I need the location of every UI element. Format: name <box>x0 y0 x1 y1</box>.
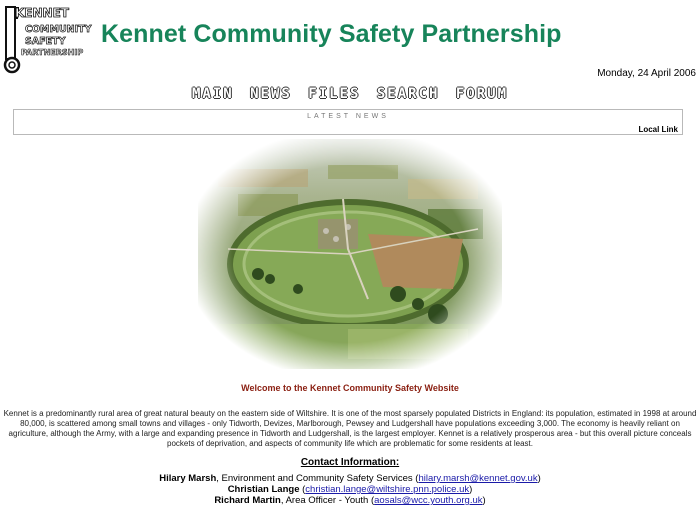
kennet-logo[interactable]: KENNET COMMUNITY SAFETY PARTNERSHIP <box>3 3 93 75</box>
contact-email-link[interactable]: aosals@wcc.youth.org.uk <box>374 495 482 506</box>
nav-forum[interactable]: FORUM <box>456 86 508 102</box>
logo-line-1: KENNET <box>15 6 70 20</box>
latest-news-box: LATEST NEWS Local Link <box>13 109 683 135</box>
logo-line-3: SAFETY <box>25 36 66 47</box>
contact-row: Richard Martin, Area Officer - Youth (ao… <box>0 495 700 506</box>
contact-list: Hilary Marsh, Environment and Community … <box>0 473 700 506</box>
contact-suffix: ) <box>537 473 541 484</box>
contact-name: Richard Martin <box>214 495 281 506</box>
contact-heading: Contact Information: <box>300 457 400 468</box>
aerial-photo-avebury <box>198 139 502 369</box>
contact-role: , Area Officer - Youth ( <box>280 495 375 506</box>
latest-news-heading: LATEST NEWS <box>307 113 389 120</box>
intro-paragraph: Kennet is a predominantly rural area of … <box>3 409 697 448</box>
contact-email-link[interactable]: christian.lange@wiltshire.pnn.police.uk <box>305 484 469 495</box>
contact-row: Hilary Marsh, Environment and Community … <box>0 473 700 484</box>
logo-line-4: PARTNERSHIP <box>21 48 83 57</box>
main-navigation: MAIN NEWS FILES SEARCH FORUM <box>0 86 700 102</box>
local-link[interactable]: Local Link <box>638 125 678 134</box>
header: KENNET COMMUNITY SAFETY PARTNERSHIP Kenn… <box>0 0 700 80</box>
logo-line-2: COMMUNITY <box>25 24 92 35</box>
contact-name: Hilary Marsh <box>159 473 217 484</box>
contact-suffix: ) <box>482 495 486 506</box>
contact-row: Christian Lange (christian.lange@wiltshi… <box>0 484 700 495</box>
welcome-heading: Welcome to the Kennet Community Safety W… <box>241 383 459 393</box>
nav-files[interactable]: FILES <box>308 86 360 102</box>
nav-search[interactable]: SEARCH <box>377 86 440 102</box>
contact-suffix: ) <box>469 484 473 495</box>
aerial-photo-image <box>198 139 502 369</box>
contact-email-link[interactable]: hilary.marsh@kennet.gov.uk <box>418 473 537 484</box>
nav-news[interactable]: NEWS <box>250 86 292 102</box>
current-date: Monday, 24 April 2006 <box>597 68 696 79</box>
site-title: Kennet Community Safety Partnership <box>101 20 562 48</box>
contact-name: Christian Lange <box>227 484 300 495</box>
nav-main[interactable]: MAIN <box>192 86 234 102</box>
contact-role: , Environment and Community Safety Servi… <box>216 473 419 484</box>
